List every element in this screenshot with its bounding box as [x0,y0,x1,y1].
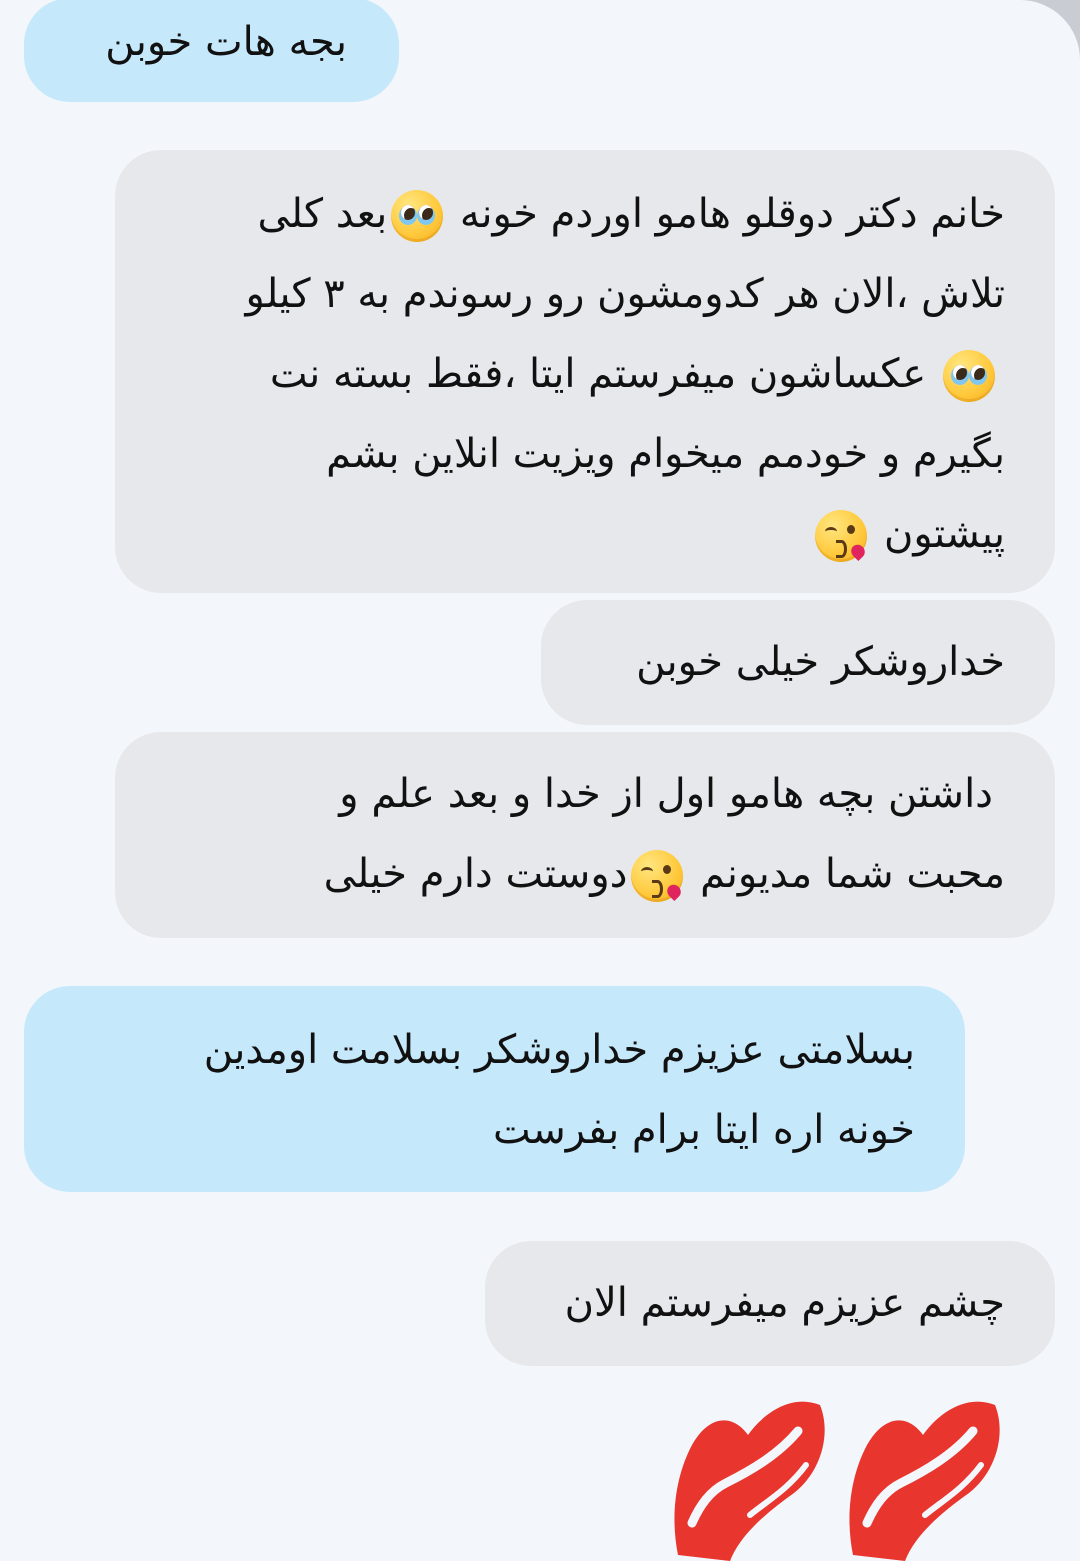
lips-sticker[interactable] [670,1395,1005,1561]
kissing-heart-icon [631,850,684,902]
message-text: بسلامتی عزیزم خداروشکر بسلامت اومدین [203,1027,915,1073]
message-text: خداروشکر خیلی خوبن [636,639,1005,685]
message-bubble-incoming[interactable]: خداروشکر خیلی خوبن [541,600,1055,725]
pleading-face-icon [391,190,444,242]
message-bubble-incoming[interactable]: چشم عزیزم میفرستم الان [485,1241,1055,1366]
message-text: داشتن بچه هامو اول از خدا و بعد علم و [339,771,993,817]
message-bubble-outgoing[interactable]: بجه هات خوبن [24,0,399,102]
message-text: تلاش ،الان هر کدومشون رو رسوندم به ۳ کیل… [245,271,1005,317]
message-text: محبت شما مدیونم [687,851,1005,897]
message-text: دوستت دارم خیلی [323,851,628,897]
message-bubble-outgoing[interactable]: بسلامتی عزیزم خداروشکر بسلامت اومدین خون… [24,986,965,1192]
message-line: پیشتون [155,494,1005,574]
message-text: چشم عزیزم میفرستم الان [564,1280,1005,1326]
message-text: بجه هات خوبن [105,19,347,65]
lips-kiss-icon [674,1401,825,1561]
chat-area[interactable]: بجه هات خوبن خانم دکتر دوقلو هامو اوردم … [0,0,1080,1561]
message-bubble-incoming[interactable]: داشتن بچه هامو اول از خدا و بعد علم و مح… [115,732,1055,938]
message-text: خونه اره ایتا برام بفرست [492,1107,915,1153]
message-text: بعد کلی [257,191,388,237]
message-line: عکساشون میفرستم ایتا ،فقط بسته نت [155,334,1005,414]
message-line: خانم دکتر دوقلو هامو اوردم خونه بعد کلی [155,174,1005,254]
kissing-heart-icon [815,510,868,562]
message-text: عکساشون میفرستم ایتا ،فقط بسته نت [269,351,939,397]
pleading-face-icon [943,350,995,402]
message-bubble-incoming[interactable]: خانم دکتر دوقلو هامو اوردم خونه بعد کلی … [115,150,1055,593]
message-text: خانم دکتر دوقلو هامو اوردم خونه [447,191,1005,237]
message-line: محبت شما مدیونم دوستت دارم خیلی [155,834,1005,914]
message-text: پیشتون [871,511,1005,557]
lips-kiss-icon [849,1401,1000,1561]
message-text: بگیرم و خودمم میخوام ویزیت انلاین بشم [326,431,1005,477]
